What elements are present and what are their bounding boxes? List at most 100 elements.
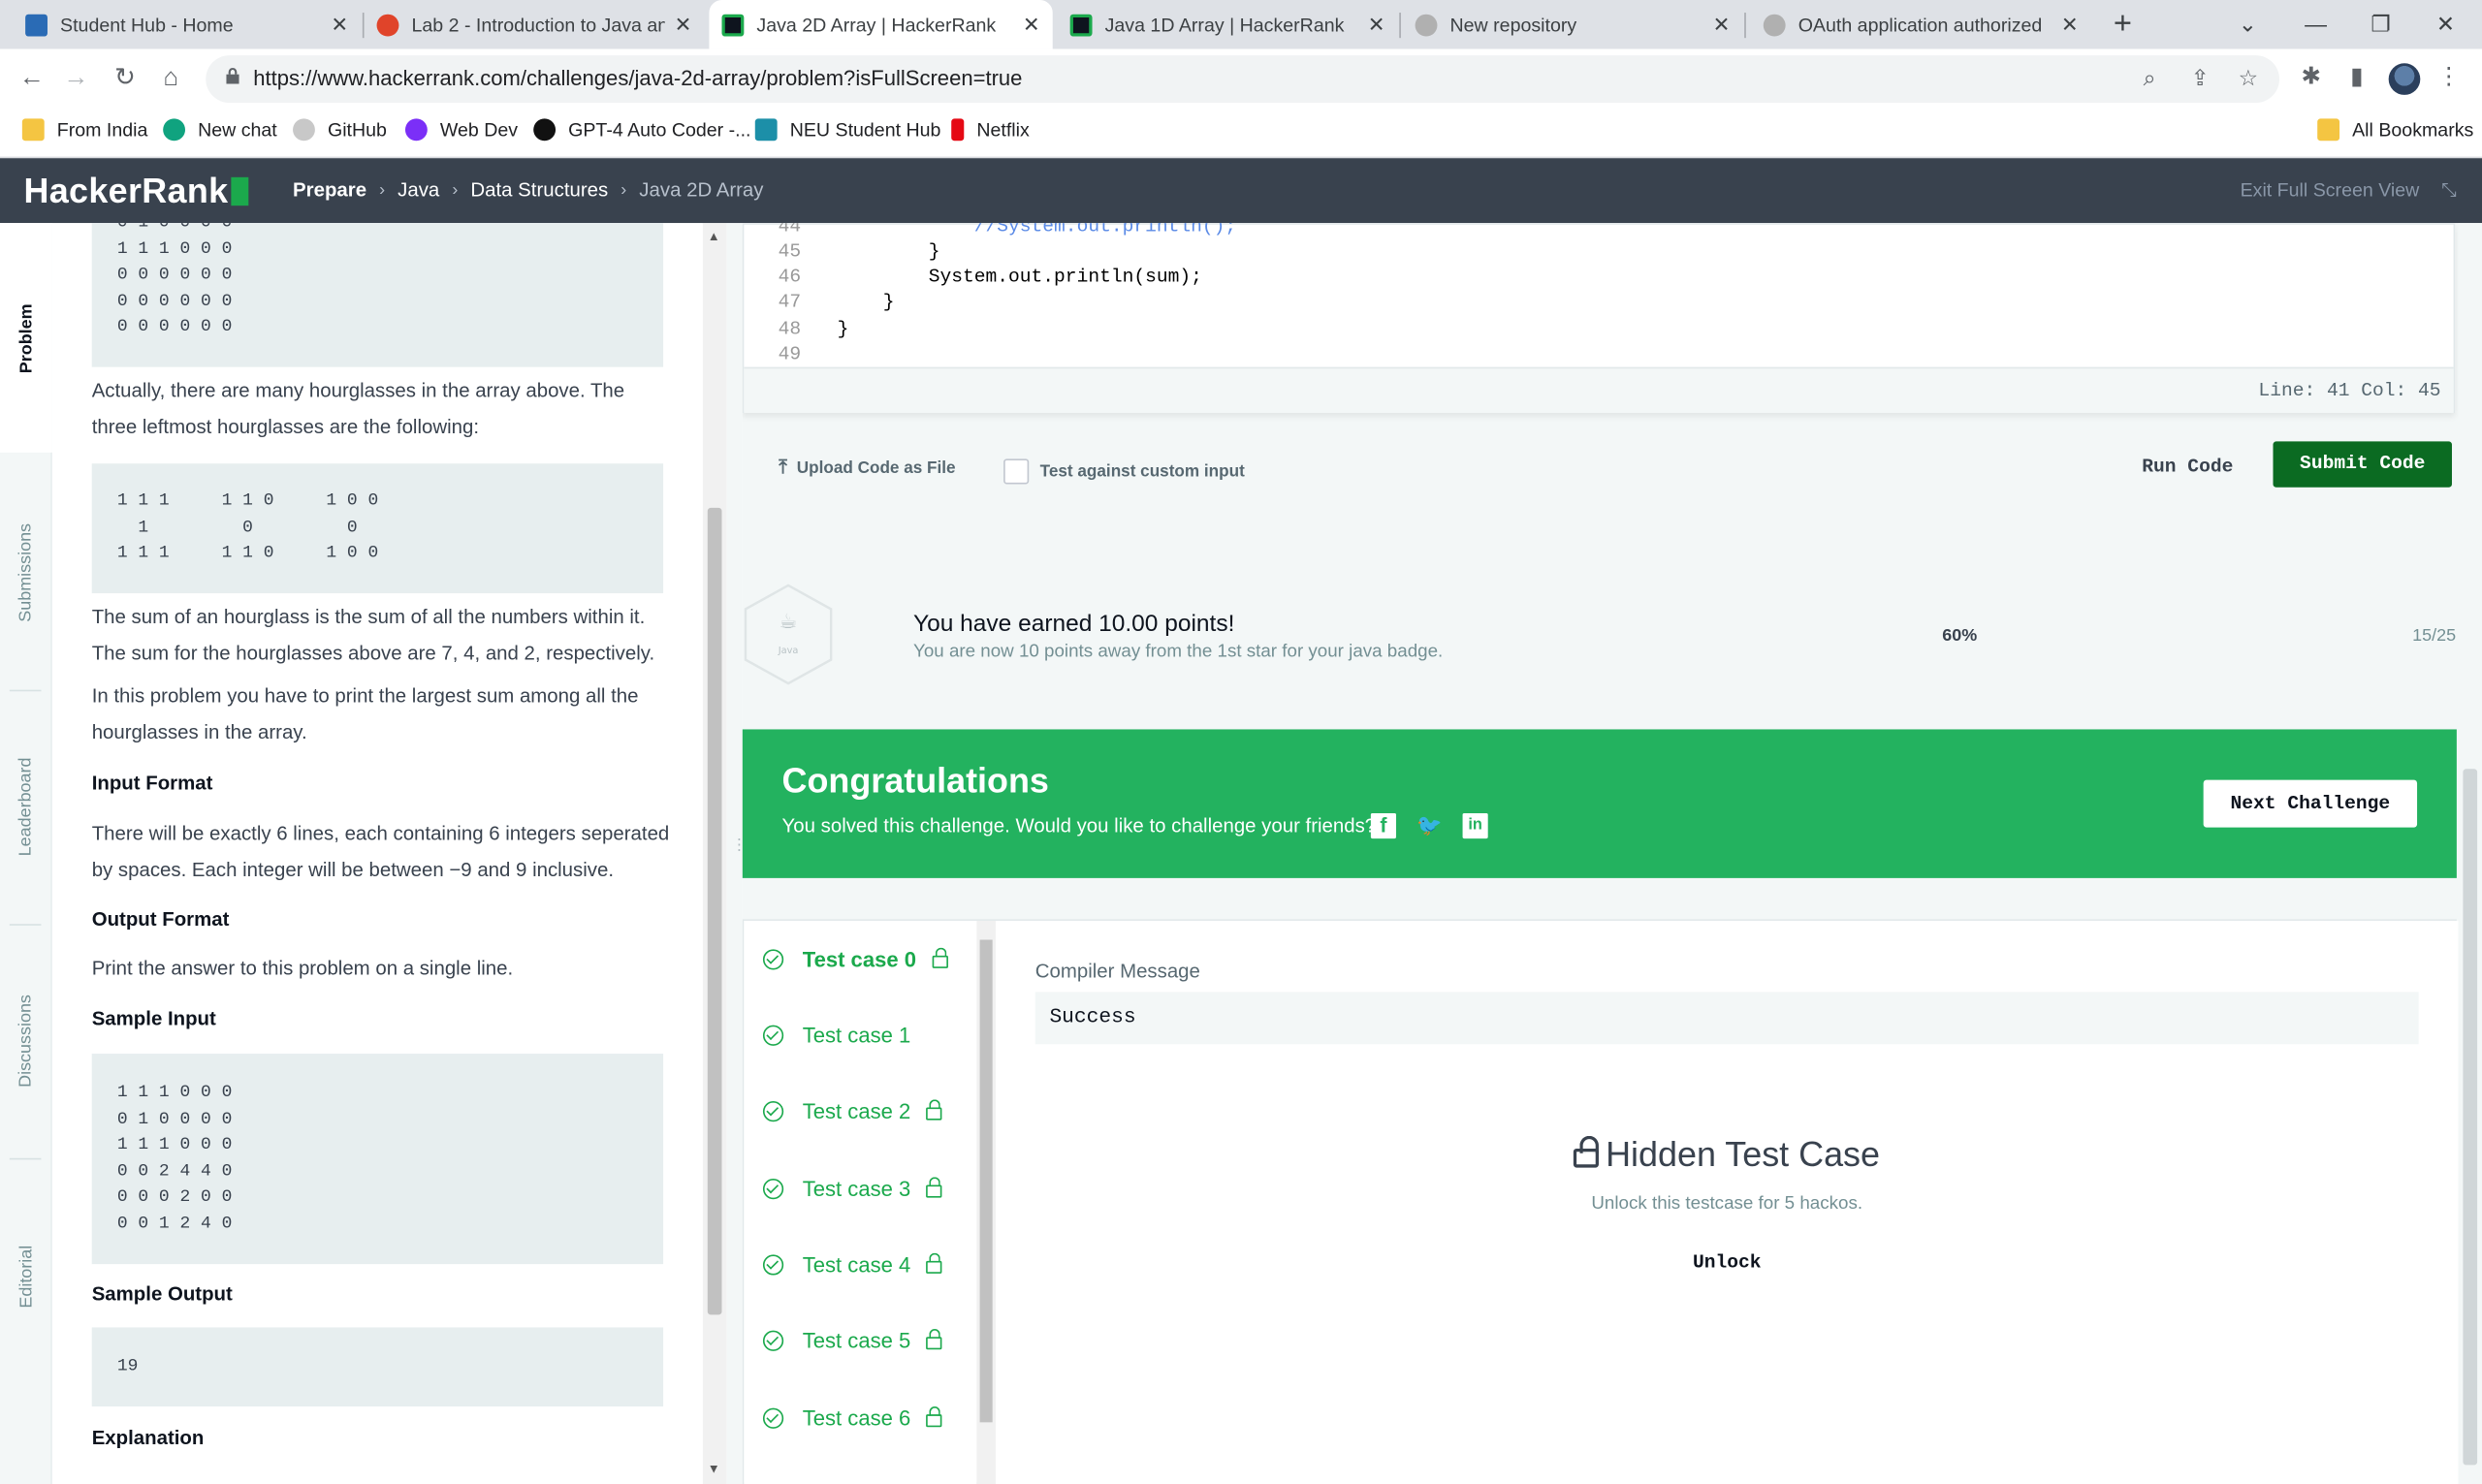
run-code-button[interactable]: Run Code <box>2119 445 2255 489</box>
forward-icon[interactable]: → <box>58 62 93 97</box>
editor-pane: 44 //System.out.println(); 45 } 46 Syste… <box>742 223 2482 1484</box>
scrollbar-thumb[interactable] <box>979 939 993 1423</box>
crumb-prepare[interactable]: Prepare <box>293 178 366 201</box>
reload-icon[interactable]: ↻ <box>108 62 143 97</box>
code-line: } <box>837 240 940 263</box>
minimize-button[interactable]: — <box>2284 0 2347 49</box>
close-tab-icon[interactable]: ✕ <box>331 12 348 37</box>
bookmark-item[interactable]: New chat <box>163 118 277 142</box>
facebook-icon[interactable]: f <box>1370 812 1396 839</box>
sample-input-heading: Sample Input <box>91 1007 216 1030</box>
testcase-item[interactable]: Test case 1 <box>762 1016 911 1054</box>
custom-input-checkbox[interactable] <box>1003 458 1030 485</box>
gpt-coder-icon <box>533 118 557 142</box>
bookmark-item[interactable]: Web Dev <box>404 118 518 142</box>
bookmark-item[interactable]: From India <box>21 118 148 142</box>
code-editor[interactable]: 44 //System.out.println(); 45 } 46 Syste… <box>742 223 2456 414</box>
folder-icon <box>21 118 45 142</box>
tab-discussions[interactable]: Discussions <box>0 926 52 1155</box>
code-lines[interactable]: 44 //System.out.println(); 45 } 46 Syste… <box>744 223 2437 367</box>
bookmark-item[interactable]: NEU Student Hub <box>754 118 940 142</box>
array-example: 0 1 0 0 0 0 1 1 1 0 0 0 0 0 0 0 0 0 0 0 … <box>91 223 664 367</box>
side-panel-icon[interactable]: ▮ <box>2341 62 2373 90</box>
close-window-button[interactable]: ✕ <box>2414 0 2477 49</box>
testcase-item[interactable]: Test case 5 <box>762 1321 942 1359</box>
cursor-position: Line: 41 Col: 45 <box>2258 379 2441 402</box>
paragraph: In this problem you have to print the la… <box>91 684 639 744</box>
right-scrollbar[interactable] <box>2458 223 2482 1484</box>
crumb-data-structures[interactable]: Data Structures <box>470 178 608 201</box>
netflix-icon <box>951 118 965 142</box>
explanation-heading: Explanation <box>91 1427 205 1450</box>
twitter-icon[interactable]: 🐦 <box>1416 813 1442 838</box>
compiler-message-label: Compiler Message <box>1034 960 1200 983</box>
chevron-right-icon: › <box>379 180 386 200</box>
close-tab-icon[interactable]: ✕ <box>2061 12 2079 37</box>
testcase-label: Test case 4 <box>802 1251 911 1277</box>
hackerrank-logo[interactable]: HackerRank <box>23 171 249 211</box>
custom-input-label[interactable]: Test against custom input <box>1040 462 1245 482</box>
close-tab-icon[interactable]: ✕ <box>1368 12 1385 37</box>
testcase-item[interactable]: Test case 2 <box>762 1091 942 1129</box>
testcase-item[interactable]: Test case 0 <box>762 940 948 978</box>
browser-tab[interactable]: OAuth application authorized ✕ <box>1751 0 2091 49</box>
extensions-icon[interactable]: ✱ <box>2295 62 2327 90</box>
close-tab-icon[interactable]: ✕ <box>1713 12 1731 37</box>
browser-tab[interactable]: Java 1D Array | HackerRank ✕ <box>1058 0 1398 49</box>
pane-splitter[interactable]: ⋮⋮ <box>726 223 761 1484</box>
testcase-item[interactable]: Test case 6 <box>762 1399 942 1437</box>
new-tab-button[interactable]: + <box>2105 7 2140 42</box>
menu-icon[interactable]: ⋮ <box>2433 62 2465 90</box>
collapse-icon: ⤡ <box>2441 178 2457 202</box>
bookmark-item[interactable]: GPT-4 Auto Coder -... <box>533 118 751 142</box>
tab-editorial[interactable]: Editorial <box>0 1161 52 1391</box>
scrollbar-thumb[interactable] <box>707 507 722 1315</box>
scrollbar-thumb[interactable] <box>2463 769 2478 1466</box>
lock-icon <box>1574 1135 1600 1168</box>
upload-code-button[interactable]: ⤒ Upload Code as File <box>779 456 955 479</box>
bookmark-item[interactable]: GitHub <box>293 118 387 142</box>
tab-leaderboard[interactable]: Leaderboard <box>0 691 52 921</box>
restore-button[interactable]: ❐ <box>2349 0 2412 49</box>
crumb-java[interactable]: Java <box>398 178 439 201</box>
hackerrank-favicon-icon <box>721 13 745 36</box>
tab-submissions[interactable]: Submissions <box>0 458 52 687</box>
testcase-scrollbar[interactable] <box>976 920 996 1484</box>
testcase-label: Test case 0 <box>802 946 916 971</box>
line-number: 47 <box>778 291 802 314</box>
close-tab-icon[interactable]: ✕ <box>1023 12 1040 37</box>
unlock-button[interactable]: Unlock <box>1648 1247 1806 1279</box>
browser-tab-active[interactable]: Java 2D Array | HackerRank ✕ <box>709 0 1053 49</box>
output-format-text: Print the answer to this problem on a si… <box>91 957 514 980</box>
browser-tab[interactable]: Lab 2 - Introduction to Java and ✕ <box>365 0 705 49</box>
bookmark-item[interactable]: Netflix <box>951 118 1030 142</box>
testcase-label: Test case 1 <box>802 1023 911 1047</box>
check-circle-icon <box>762 1024 784 1046</box>
home-icon[interactable]: ⌂ <box>153 62 188 97</box>
back-icon[interactable]: ← <box>15 62 49 97</box>
congrats-title: Congratulations <box>781 761 1049 801</box>
close-tab-icon[interactable]: ✕ <box>675 12 692 37</box>
next-challenge-button[interactable]: Next Challenge <box>2203 779 2418 828</box>
scroll-up-icon[interactable]: ▲ <box>708 230 720 244</box>
profile-avatar[interactable] <box>2388 63 2421 95</box>
bookmark-star-icon[interactable]: ☆ <box>2239 65 2259 92</box>
all-bookmarks[interactable]: All Bookmarks <box>2317 118 2473 142</box>
submit-code-button[interactable]: Submit Code <box>2273 441 2452 488</box>
exit-fullscreen-link[interactable]: Exit Full Screen View ⤡ <box>2241 178 2457 202</box>
browser-tab[interactable]: New repository ✕ <box>1403 0 1743 49</box>
problem-scrollbar[interactable]: ▲ ▼ <box>702 223 727 1484</box>
scroll-down-icon[interactable]: ▼ <box>708 1462 720 1476</box>
linkedin-icon[interactable]: in <box>1462 812 1488 839</box>
testcase-item[interactable]: Test case 3 <box>762 1169 942 1207</box>
browser-tab[interactable]: Student Hub - Home ✕ <box>13 0 361 49</box>
testcase-item[interactable]: Test case 4 <box>762 1246 942 1283</box>
tab-label: Submissions <box>16 522 36 621</box>
progress-percent: 60% <box>1942 626 1978 646</box>
address-bar[interactable]: https://www.hackerrank.com/challenges/ja… <box>206 55 2280 104</box>
tab-problem[interactable]: Problem <box>0 223 52 453</box>
tab-search-icon[interactable]: ⌄ <box>2216 0 2279 49</box>
problem-statement: 0 1 0 0 0 0 1 1 1 0 0 0 0 0 0 0 0 0 0 0 … <box>51 223 703 1484</box>
zoom-icon[interactable]: ⌕ <box>2144 65 2156 92</box>
share-icon[interactable]: ⇪ <box>2191 65 2210 92</box>
